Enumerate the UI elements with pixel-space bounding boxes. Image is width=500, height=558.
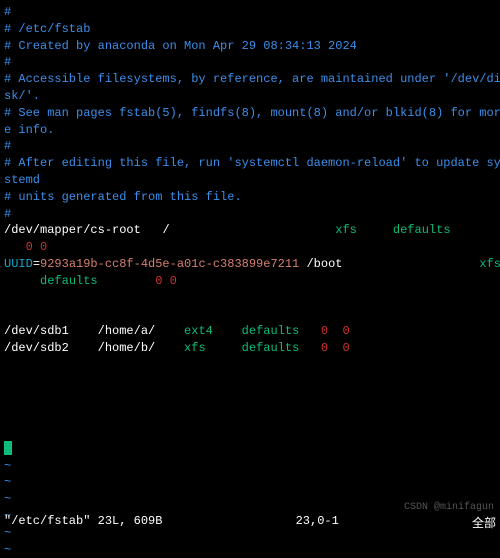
- fs-type: xfs: [184, 341, 206, 355]
- options: defaults: [40, 274, 98, 288]
- mount: /boot: [306, 257, 342, 271]
- blank-line: [4, 374, 496, 391]
- editor-content[interactable]: # # /etc/fstab # Created by anaconda on …: [4, 4, 496, 531]
- uuid-value: 9293a19b-cc8f-4d5e-a01c-c383899e7211: [40, 257, 299, 271]
- comment-line: #: [4, 4, 496, 21]
- tilde-line: ~: [4, 474, 496, 491]
- uuid-label: UUID: [4, 257, 33, 271]
- cursor-position: 23,0-1: [296, 514, 339, 531]
- options: defaults: [242, 324, 300, 338]
- comment-line: e info.: [4, 122, 496, 139]
- comment-line: #: [4, 54, 496, 71]
- file-info: "/etc/fstab" 23L, 609B: [4, 514, 162, 531]
- device: /dev/mapper/cs-root: [4, 223, 141, 237]
- mount: /: [162, 223, 169, 237]
- options: defaults: [393, 223, 451, 237]
- vim-status-bar: "/etc/fstab" 23L, 609B 23,0-1 全部: [4, 514, 496, 531]
- pass: 0: [40, 240, 47, 254]
- blank-line: [4, 290, 496, 307]
- fstab-entry-row: defaults 0 0: [4, 273, 496, 290]
- comment-line: # units generated from this file.: [4, 189, 496, 206]
- comment-line: # /etc/fstab: [4, 21, 496, 38]
- comment-line: #: [4, 206, 496, 223]
- options: defaults: [242, 341, 300, 355]
- blank-line: [4, 306, 496, 323]
- comment-line: #: [4, 138, 496, 155]
- equals: =: [33, 257, 40, 271]
- comment-line: sk/'.: [4, 88, 496, 105]
- fs-type: ext4: [184, 324, 213, 338]
- fstab-entry-row: /dev/mapper/cs-root / xfs defaults: [4, 222, 496, 239]
- comment-line: # After editing this file, run 'systemct…: [4, 155, 496, 172]
- mount: /home/b/: [98, 341, 156, 355]
- cursor-line: [4, 441, 496, 458]
- pass: 0: [170, 274, 177, 288]
- fstab-entry-row: /dev/sdb1 /home/a/ ext4 defaults 0 0: [4, 323, 496, 340]
- fs-type: xfs: [335, 223, 357, 237]
- fstab-entry-row: 0 0: [4, 239, 496, 256]
- dump: 0: [321, 324, 328, 338]
- blank-line: [4, 407, 496, 424]
- comment-line: stemd: [4, 172, 496, 189]
- tilde-line: ~: [4, 458, 496, 475]
- tilde-line: ~: [4, 542, 496, 558]
- pass: 0: [343, 324, 350, 338]
- scroll-position: 全部: [472, 514, 496, 531]
- comment-line: # Accessible filesystems, by reference, …: [4, 71, 496, 88]
- cursor-icon: [4, 441, 12, 455]
- comment-line: # See man pages fstab(5), findfs(8), mou…: [4, 105, 496, 122]
- dump: 0: [26, 240, 33, 254]
- fstab-entry-row: UUID=9293a19b-cc8f-4d5e-a01c-c383899e721…: [4, 256, 496, 273]
- comment-line: # Created by anaconda on Mon Apr 29 08:3…: [4, 38, 496, 55]
- dump: 0: [321, 341, 328, 355]
- pass: 0: [343, 341, 350, 355]
- fstab-entry-row: /dev/sdb2 /home/b/ xfs defaults 0 0: [4, 340, 496, 357]
- fs-type: xfs: [479, 257, 500, 271]
- watermark-text: CSDN @minifagun: [404, 502, 494, 513]
- mount: /home/a/: [98, 324, 156, 338]
- blank-line: [4, 357, 496, 374]
- blank-line: [4, 390, 496, 407]
- blank-line: [4, 424, 496, 441]
- device: /dev/sdb2: [4, 341, 69, 355]
- device: /dev/sdb1: [4, 324, 69, 338]
